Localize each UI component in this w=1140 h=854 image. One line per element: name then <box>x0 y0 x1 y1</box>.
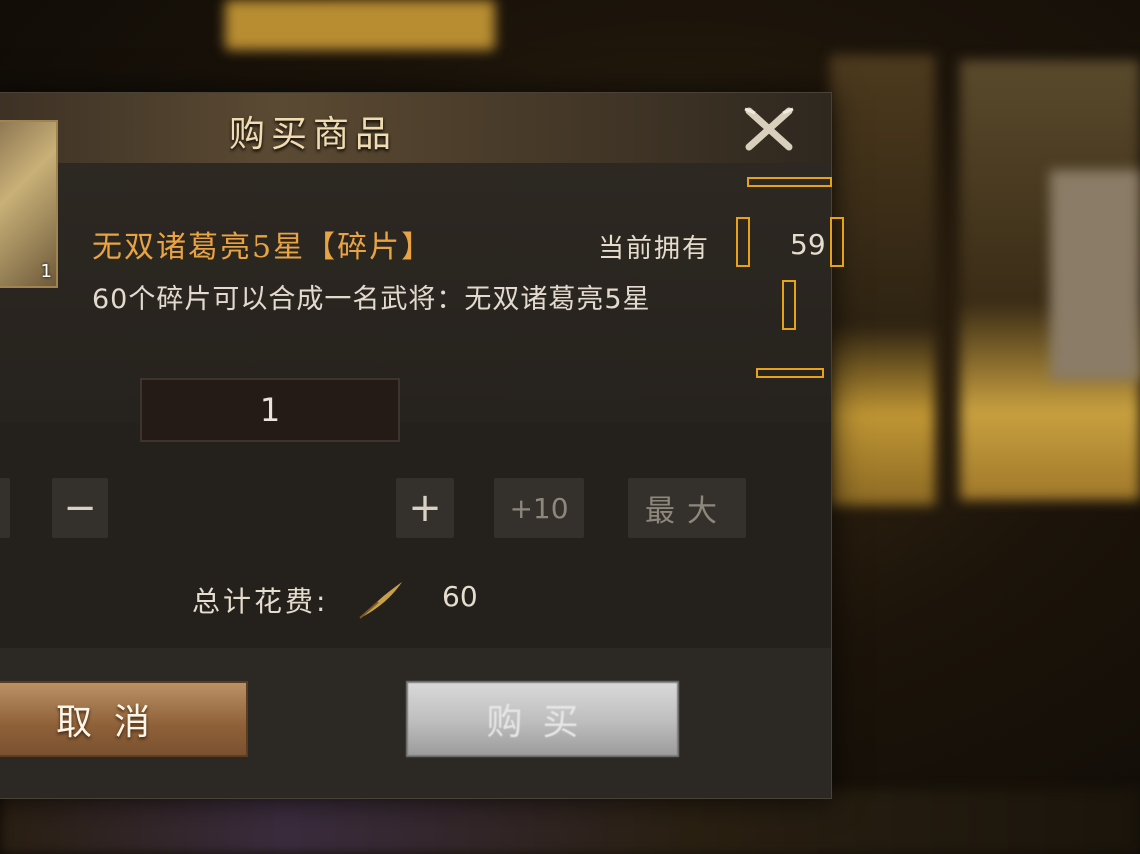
highlight-marker <box>830 217 844 267</box>
item-icon-count: 1 <box>40 261 52 282</box>
quantity-minus-button[interactable]: − <box>52 478 108 538</box>
quantity-plus-button[interactable]: + <box>396 478 454 538</box>
close-x-icon[interactable] <box>741 103 797 155</box>
highlight-marker <box>782 280 796 330</box>
background-button <box>225 0 495 50</box>
owned-value: 59 <box>790 228 826 261</box>
quantity-plus10-button[interactable]: +10 <box>494 478 584 538</box>
item-description: 60个碎片可以合成一名武将：无双诸葛亮5星 <box>92 284 651 315</box>
total-cost-value: 60 <box>442 580 478 613</box>
owned-label: 当前拥有 <box>598 234 711 264</box>
dialog-title: 购买商品 <box>229 114 398 155</box>
background-footer <box>0 790 1140 854</box>
highlight-marker <box>747 177 832 187</box>
quantity-max-button[interactable]: 最大 <box>628 478 746 538</box>
highlight-marker <box>736 217 750 267</box>
quill-icon <box>356 578 406 622</box>
buy-button[interactable]: 购买 <box>406 681 679 757</box>
item-name: 无双诸葛亮5星【碎片】 <box>92 230 434 265</box>
quantity-minus10-button[interactable] <box>0 478 10 538</box>
highlight-marker <box>756 368 824 378</box>
background-card <box>830 55 935 505</box>
total-cost-label: 总计花费: <box>192 585 329 618</box>
cancel-button[interactable]: 取消 <box>0 681 248 757</box>
item-fragment-icon: 1 <box>0 120 58 288</box>
background-card-image <box>1050 170 1140 380</box>
dialog-titlebar: 购买商品 <box>0 93 831 164</box>
quantity-input[interactable]: 1 <box>140 378 400 442</box>
